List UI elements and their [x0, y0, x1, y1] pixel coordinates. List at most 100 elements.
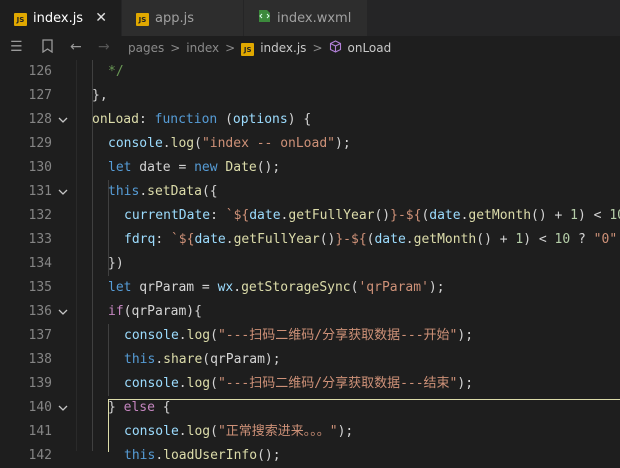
code-token: . — [225, 232, 234, 247]
code-token: loadUserInfo — [163, 448, 258, 463]
breadcrumb-item[interactable]: index — [186, 41, 219, 55]
code-token: log — [186, 328, 211, 343]
code-token: "index -- onLoad" — [201, 136, 335, 151]
code-token: 10 — [609, 208, 620, 223]
code-token: . — [178, 424, 187, 439]
code-token: currentDate — [124, 208, 211, 223]
code-token: ); — [428, 280, 445, 295]
tab-index-js[interactable]: JS index.js ✕ — [0, 0, 122, 36]
code-line[interactable]: 129 console.log("index -- onLoad"); — [0, 132, 620, 156]
tab-app-js[interactable]: JS app.js — [122, 0, 244, 36]
breadcrumb-item[interactable]: pages — [128, 41, 164, 55]
code-text: */ — [108, 60, 124, 84]
code-token: qrParam = — [131, 280, 218, 295]
code-token: share — [163, 352, 203, 367]
code-line[interactable]: 131 this.setData({ — [0, 180, 620, 204]
code-line[interactable]: 138 this.share(qrParam); — [0, 348, 620, 372]
code-token: log — [170, 136, 195, 151]
code-line[interactable]: 139 console.log("---扫码二维码/分享获取数据---结束"); — [0, 372, 620, 396]
line-number: 134 — [28, 256, 52, 271]
code-token: date — [194, 232, 226, 247]
code-token: ) < — [578, 208, 610, 223]
line-number: 140 — [28, 400, 52, 415]
breadcrumb-separator: > — [225, 41, 236, 55]
code-token: ( — [217, 112, 233, 127]
code-token: }) — [108, 256, 124, 271]
breadcrumb-separator: > — [170, 41, 181, 55]
code-text: }) — [108, 252, 124, 276]
code-line[interactable]: 140} else { — [0, 396, 620, 420]
code-text: console.log("---扫码二维码/分享获取数据---结束"); — [124, 372, 473, 396]
code-token: . — [155, 448, 164, 463]
line-number: 139 — [28, 376, 52, 391]
breadcrumb-item[interactable]: onLoad — [348, 41, 392, 55]
code-line[interactable]: 137 console.log("---扫码二维码/分享获取数据---开始"); — [0, 324, 620, 348]
code-editor[interactable]: 126 */127}, 128 onLoad: function (options) … — [0, 60, 620, 463]
code-token: 1 — [570, 208, 578, 223]
code-token: }-${ — [335, 232, 367, 247]
code-token: this — [124, 352, 156, 367]
code-text: currentDate: `${date.getFullYear()}-${(d… — [124, 204, 620, 228]
code-token: ); — [337, 424, 354, 439]
js-file-icon: JS — [241, 41, 255, 56]
wxml-file-icon — [258, 9, 271, 27]
line-number: 128 — [28, 112, 52, 127]
code-token: { — [154, 400, 171, 415]
code-line[interactable]: 128 onLoad: function (options) { — [0, 108, 620, 132]
code-line[interactable]: 126 */ — [0, 60, 620, 84]
close-icon[interactable]: ✕ — [95, 10, 107, 26]
method-cube-icon — [329, 40, 342, 56]
code-line[interactable]: 127}, — [0, 84, 620, 108]
tab-index-wxml[interactable]: index.wxml — [244, 0, 368, 36]
code-token: this — [124, 448, 156, 463]
js-file-icon: JS — [14, 11, 27, 26]
code-token: () — [374, 208, 391, 223]
code-token: . — [139, 184, 148, 199]
code-line[interactable]: 134}) — [0, 252, 620, 276]
code-token: onLoad — [92, 112, 139, 127]
code-token: getMonth — [413, 232, 477, 247]
code-text: console.log("---扫码二维码/分享获取数据---开始"); — [124, 324, 473, 348]
code-token: Date — [225, 160, 257, 175]
code-line[interactable]: 135 let qrParam = wx.getStorageSync('qrPa… — [0, 276, 620, 300]
code-token: log — [186, 424, 211, 439]
code-token: getFullYear — [288, 208, 375, 223]
code-token: date — [249, 208, 281, 223]
code-text: this.loadUserInfo(); — [124, 444, 281, 468]
back-arrow-icon[interactable]: ← — [70, 39, 82, 55]
code-text: let date = new Date(); — [108, 156, 280, 180]
code-token: (); — [257, 448, 281, 463]
code-token: ? — [570, 232, 594, 247]
forward-arrow-icon[interactable]: → — [98, 39, 110, 55]
breadcrumb: pages > index > JS index.js > onLoad — [128, 40, 391, 56]
code-token: ( — [210, 328, 218, 343]
code-token: : — [155, 232, 171, 247]
bookmark-icon[interactable] — [42, 39, 53, 57]
code-line[interactable]: 141 console.log("正常搜索进来。。。"); — [0, 420, 620, 444]
code-line[interactable]: 130 let date = new Date(); — [0, 156, 620, 180]
code-token: 'qrParam' — [358, 280, 429, 295]
code-token: ( — [210, 376, 218, 391]
code-token: : — [210, 208, 226, 223]
code-text: onLoad: function (options) { — [92, 108, 311, 132]
code-token: . — [178, 328, 187, 343]
code-token: getFullYear — [233, 232, 320, 247]
code-line[interactable]: 136 if(qrParam){ — [0, 300, 620, 324]
code-token: new — [194, 160, 218, 175]
line-number: 138 — [28, 352, 52, 367]
line-number: 137 — [28, 328, 52, 343]
code-token: () + — [531, 208, 571, 223]
code-token: "---扫码二维码/分享获取数据---结束" — [217, 376, 458, 391]
code-token: `${ — [170, 232, 195, 247]
breadcrumb-item[interactable]: index.js — [260, 41, 306, 55]
code-token: . — [178, 376, 187, 391]
code-line[interactable]: 142 this.loadUserInfo(); — [0, 444, 620, 468]
line-number: 129 — [28, 136, 52, 151]
code-token: ( — [194, 136, 202, 151]
code-token: (qrParam){ — [123, 304, 202, 319]
code-line[interactable]: 133 fdrq: `${date.getFullYear()}-${(date.… — [0, 228, 620, 252]
line-number: 141 — [28, 424, 52, 439]
code-line[interactable]: 132 currentDate: `${date.getFullYear()}-$… — [0, 204, 620, 228]
code-text: console.log("正常搜索进来。。。"); — [124, 420, 353, 444]
list-icon[interactable]: ☰ — [10, 39, 23, 55]
